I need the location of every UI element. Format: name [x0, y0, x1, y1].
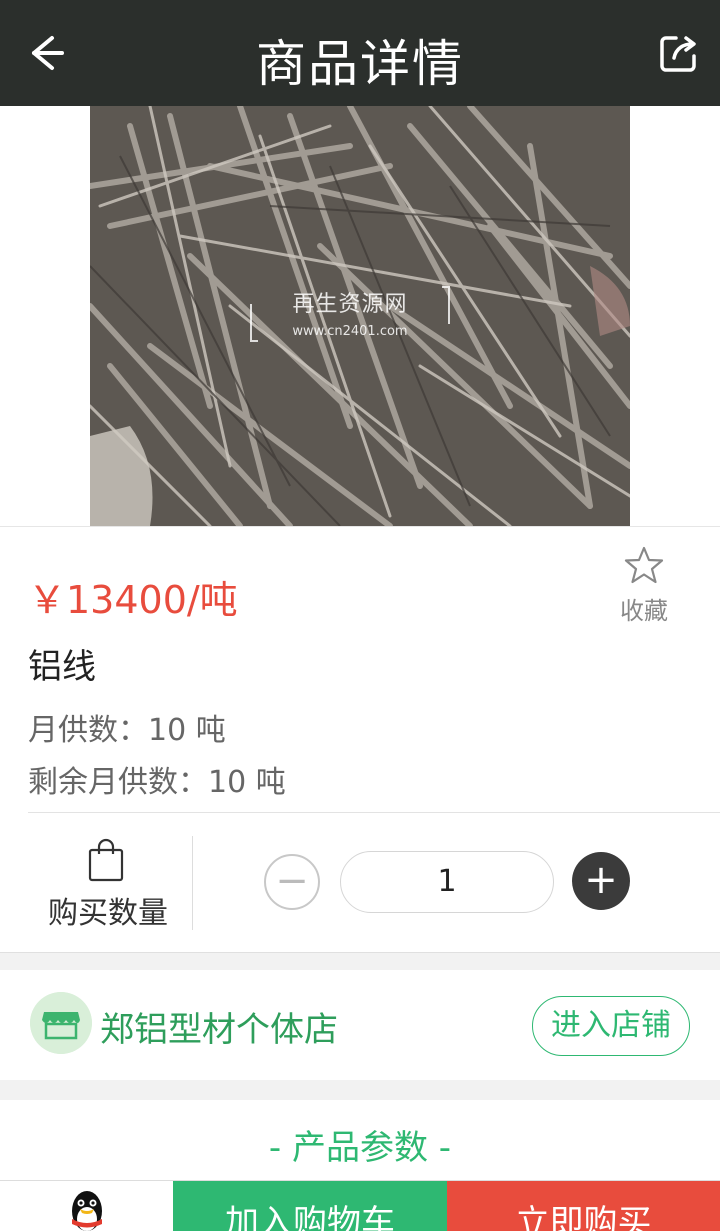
product-name: 铝线 [28, 647, 96, 687]
store-icon [30, 992, 92, 1054]
monthly-supply: 月供数：10 吨 [28, 713, 226, 748]
watermark-bracket-left [250, 304, 258, 342]
enter-store-button[interactable]: 进入店铺 [532, 996, 690, 1056]
page-title: 商品详情 [256, 35, 464, 93]
divider [28, 812, 720, 813]
quantity-input[interactable]: 1 [340, 851, 554, 913]
bottom-action-bar: 加入购物车 立即购买 [0, 1180, 720, 1231]
shopping-bag-icon [88, 838, 124, 882]
add-to-cart-button[interactable]: 加入购物车 [173, 1181, 447, 1231]
watermark-url: www.cn2401.com [292, 324, 408, 339]
increase-quantity-button[interactable]: + [572, 852, 630, 910]
qq-penguin-icon[interactable] [64, 1189, 110, 1231]
watermark-bracket-right [442, 286, 450, 324]
vertical-divider [192, 836, 193, 930]
product-parameters-section: - 产品参数 - [0, 1100, 720, 1180]
watermark: 再生资源网 www.cn2401.com [250, 286, 450, 346]
star-icon [624, 546, 664, 584]
product-image-gallery[interactable]: 再生资源网 www.cn2401.com [0, 106, 720, 609]
product-photo[interactable]: 再生资源网 www.cn2401.com [90, 106, 630, 526]
product-info-panel: ￥13400/吨 收藏 铝线 月供数：10 吨 剩余月供数：10 吨 [0, 526, 720, 815]
watermark-title: 再生资源网 [292, 292, 408, 317]
share-icon[interactable] [656, 30, 702, 76]
quantity-label: 购买数量 [48, 896, 168, 931]
remaining-monthly-supply: 剩余月供数：10 吨 [28, 765, 286, 800]
top-navigation-bar: 商品详情 [0, 0, 720, 106]
store-name[interactable]: 郑铝型材个体店 [100, 1002, 338, 1051]
product-price: ￥13400/吨 [28, 578, 238, 622]
store-card: 郑铝型材个体店 进入店铺 [0, 970, 720, 1080]
favorite-button[interactable]: 收藏 [616, 545, 672, 626]
section-title: - 产品参数 - [268, 1128, 452, 1168]
favorite-label: 收藏 [620, 597, 668, 625]
decrease-quantity-button[interactable]: − [264, 854, 320, 910]
buy-now-button[interactable]: 立即购买 [447, 1181, 720, 1231]
quantity-selector: 购买数量 − 1 + [0, 814, 720, 953]
